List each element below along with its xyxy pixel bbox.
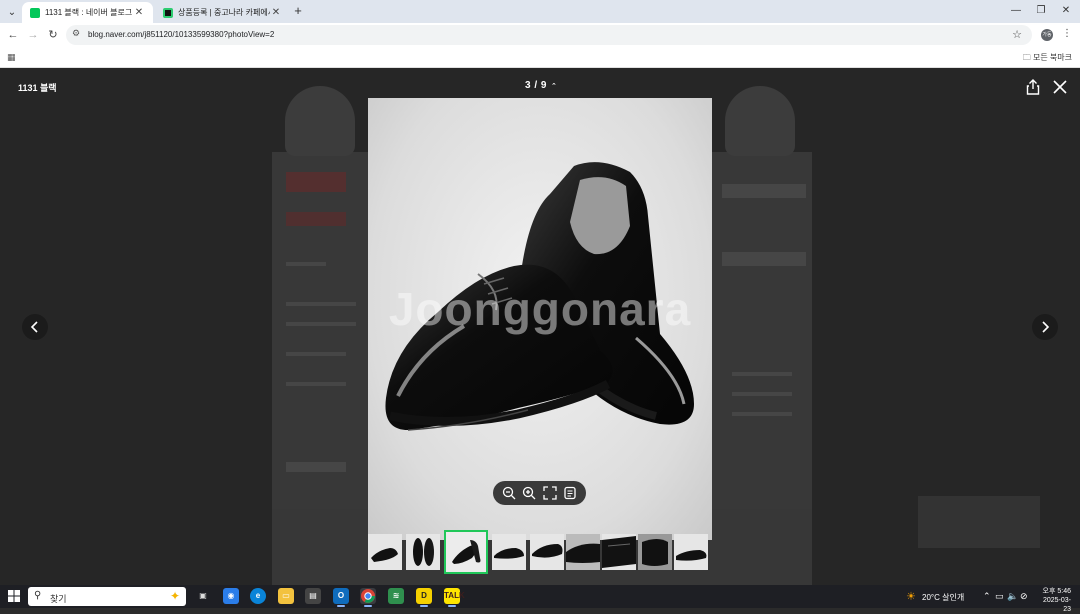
fullscreen-icon[interactable] — [542, 486, 557, 500]
next-photo-button[interactable] — [1032, 314, 1058, 340]
kakao-app-icon[interactable]: D — [416, 588, 432, 607]
window-close-icon[interactable]: ✕ — [1056, 3, 1076, 19]
site-info-icon[interactable]: ⚙ — [72, 28, 80, 39]
counter-text: 3 / 9 — [525, 80, 547, 91]
photo-viewer: 1131 블랙 3 / 9 ⌃ Joonggonara — [0, 68, 1080, 585]
minimize-icon[interactable]: — — [1006, 3, 1026, 19]
task-view-icon[interactable]: ▣ — [195, 588, 211, 604]
thumbnail[interactable] — [566, 534, 600, 570]
bookmark-star-icon[interactable]: ☆ — [1012, 28, 1022, 41]
viewer-title: 1131 블랙 — [18, 83, 57, 93]
tab-title: 1131 블랙 : 네이버 블로그 — [45, 8, 133, 17]
naver-blog-favicon-icon — [30, 7, 40, 18]
chevron-right-icon — [1042, 321, 1050, 333]
thumbnail[interactable] — [530, 534, 564, 570]
all-bookmarks-button[interactable]: 🗀 모든 북마크 — [1023, 52, 1072, 66]
tray-chevron-icon[interactable]: ⌃ — [983, 591, 991, 602]
tab-close-icon[interactable]: ✕ — [270, 7, 282, 18]
zoom-in-icon[interactable] — [522, 486, 536, 500]
folder-icon: 🗀 — [1022, 53, 1033, 62]
thumbnail[interactable] — [492, 534, 526, 570]
photo-info-icon[interactable] — [563, 486, 577, 500]
tab-search-chevron-icon[interactable]: ⌄ — [4, 4, 20, 20]
forward-arrow-icon[interactable]: → — [25, 27, 41, 43]
share-icon[interactable] — [1026, 79, 1040, 95]
address-bar[interactable]: ⚙ blog.naver.com/j851120/10133599380?pho… — [66, 25, 1032, 45]
caret-up-icon: ⌃ — [550, 83, 558, 90]
windows-start-icon[interactable] — [8, 590, 20, 602]
browser-toolbar: ← → ↻ ⚙ blog.naver.com/j851120/101335993… — [0, 23, 1080, 47]
volume-icon[interactable]: 🔈 — [1007, 591, 1018, 602]
outlook-icon[interactable]: O — [333, 588, 349, 607]
watermark-text: Joonggonara — [388, 283, 692, 335]
bg-widget — [918, 496, 1040, 548]
copilot-sparkle-icon: ✦ — [169, 589, 180, 603]
tab-title: 상품등록 | 중고나라 카페에서 — [178, 8, 270, 17]
bg-figure-right — [725, 86, 795, 156]
zoom-out-icon[interactable] — [502, 486, 516, 500]
chevron-left-icon — [30, 321, 38, 333]
copilot-icon[interactable]: ◉ — [223, 588, 239, 604]
viewer-close-icon[interactable] — [1052, 79, 1068, 95]
tab-joonggonara[interactable]: 상품등록 | 중고나라 카페에서 ✕ — [155, 2, 290, 23]
search-placeholder: 찾기 — [50, 594, 67, 604]
all-bookmarks-label: 모든 북마크 — [1032, 53, 1072, 62]
network-icon[interactable]: ▭ — [995, 591, 1004, 602]
edge-icon[interactable]: e — [250, 588, 266, 604]
joonggonara-favicon-icon — [163, 7, 173, 18]
bg-figure-left — [285, 86, 355, 156]
thumbnail[interactable] — [368, 534, 402, 570]
thumbnail[interactable] — [638, 534, 672, 570]
back-arrow-icon[interactable]: ← — [5, 27, 21, 43]
search-icon: ⚲ — [34, 590, 42, 601]
clock-date: 2025-03-23 — [1042, 597, 1071, 613]
file-explorer-icon[interactable]: ▭ — [278, 588, 294, 604]
reload-icon[interactable]: ↻ — [45, 27, 61, 43]
thumbnail[interactable] — [406, 534, 440, 570]
clock[interactable]: 오후 5:46 2025-03-23 — [1037, 587, 1071, 614]
weather-text[interactable]: 20°C 살인개 — [922, 592, 964, 603]
thumbnail-active[interactable] — [444, 530, 488, 574]
kakaotalk-icon[interactable]: TALK — [444, 588, 465, 607]
apps-grid-icon[interactable]: ▦ — [7, 52, 16, 63]
previous-photo-button[interactable] — [22, 314, 48, 340]
taskbar: ⚲ 찾기 ✦ ▣ ◉ e ▭ ▤ O ≋ D TALK ☀ 20°C 살인개 ⌃… — [0, 585, 1080, 613]
layered-app-icon[interactable]: ≋ — [388, 588, 404, 604]
new-tab-button[interactable]: + — [291, 4, 305, 18]
thumbnail[interactable] — [602, 534, 636, 570]
thumbnail[interactable] — [674, 534, 708, 570]
notification-icon[interactable]: ⊘ — [1020, 591, 1028, 602]
chrome-icon[interactable] — [360, 588, 376, 607]
tab-strip: ⌄ 1131 블랙 : 네이버 블로그 ✕ 상품등록 | 중고나라 카페에서 ✕… — [0, 0, 1080, 23]
tab-naver-blog[interactable]: 1131 블랙 : 네이버 블로그 ✕ — [22, 2, 153, 23]
thumbnail-strip — [368, 530, 712, 574]
taskbar-search[interactable]: ⚲ 찾기 ✦ — [28, 587, 186, 606]
store-icon[interactable]: ▤ — [305, 588, 321, 604]
tab-close-icon[interactable]: ✕ — [133, 7, 145, 18]
restore-icon[interactable]: ❐ — [1031, 3, 1051, 19]
main-photo[interactable]: Joonggonara — [368, 98, 712, 540]
bookmarks-bar: ▦ 🗀 모든 북마크 — [0, 47, 1080, 68]
profile-avatar[interactable]: 가동 — [1041, 29, 1053, 41]
photo-toolbar — [493, 481, 586, 505]
url-text[interactable]: blog.naver.com/j851120/10133599380?photo… — [88, 30, 274, 39]
photo-counter[interactable]: 3 / 9 ⌃ — [525, 80, 557, 91]
clock-time: 오후 5:46 — [1042, 588, 1071, 595]
weather-icon[interactable]: ☀ — [906, 590, 916, 603]
menu-kebab-icon[interactable]: ⋮ — [1062, 28, 1072, 39]
